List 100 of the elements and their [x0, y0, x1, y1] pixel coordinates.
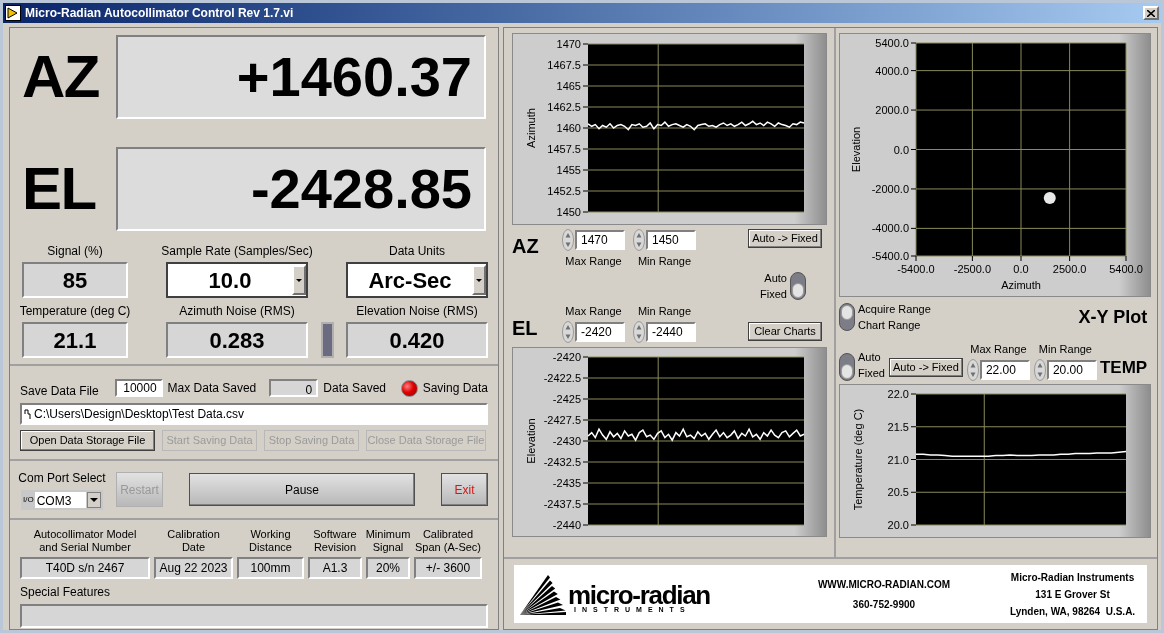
button[interactable]: Open Data Storage File: [20, 430, 155, 451]
tick-label: -4000.0: [871, 222, 909, 235]
spin-buttons[interactable]: [633, 321, 645, 343]
indicator-label: Elevation Noise (RMS): [356, 303, 478, 320]
path-icon: [24, 408, 31, 420]
tick-label: 1462.5: [547, 101, 581, 113]
range-field[interactable]: 20.00: [1046, 359, 1097, 380]
io-symbol: I/O: [23, 496, 34, 504]
indicator-label: Temperature (deg C): [19, 303, 131, 320]
tick-label: -2432.5: [543, 456, 581, 468]
address-line: 131 E Grover St: [1035, 587, 1110, 602]
value-display: 0.283: [166, 322, 308, 358]
range-field[interactable]: -2440: [646, 322, 696, 342]
tick-label: 2500.0: [1052, 263, 1087, 275]
led-label: Saving Data: [422, 380, 488, 397]
toggle-label: Chart Range: [858, 318, 922, 333]
button[interactable]: Auto -> Fixed: [888, 357, 963, 377]
info-display: Aug 22 2023: [154, 557, 233, 579]
toggle-switch[interactable]: [790, 271, 806, 300]
indicator-label: Azimuth Noise (RMS): [179, 303, 295, 320]
column-label: Minimum Signal: [365, 528, 411, 554]
chart-label: TEMP: [1098, 357, 1148, 379]
spin-buttons[interactable]: [1033, 358, 1046, 381]
chart-label: EL: [512, 316, 539, 341]
tick-label: 1457.5: [547, 143, 581, 155]
button[interactable]: Clear Charts: [748, 322, 822, 341]
axis-title: Azimuth: [525, 108, 537, 148]
axis-title: Elevation: [850, 126, 862, 173]
tick-label: -5400.0: [897, 263, 935, 275]
range-field[interactable]: 1450: [646, 230, 696, 250]
info-display: 100mm: [237, 557, 304, 579]
tick-label: 1455: [556, 164, 581, 176]
tick-label: 1465: [556, 80, 581, 92]
field-label: Min Range: [637, 254, 692, 269]
tick-label: 0.0: [893, 143, 909, 156]
tick-label: 2000.0: [875, 104, 909, 117]
toggle-label: Fixed: [760, 286, 787, 302]
tick-label: 0.0: [1013, 263, 1029, 275]
field-label: Data Saved: [323, 380, 386, 397]
port-select[interactable]: I/O COM3: [21, 490, 103, 510]
spin-buttons[interactable]: [633, 229, 645, 251]
window-title: Micro-Radian Autocollimator Control Rev 1.7.vi: [25, 5, 294, 22]
count-display: 0: [269, 379, 319, 397]
tick-label: 21.0: [887, 453, 909, 465]
indicator-label: Signal (%): [47, 243, 103, 260]
field-label: Max Range: [565, 254, 622, 269]
column-label: Working Distance: [249, 528, 292, 554]
readout-display: -2428.85: [116, 147, 486, 231]
axis-title: Azimuth: [1001, 279, 1041, 291]
tick-label: 20.5: [887, 485, 909, 498]
tick-label: -2435: [552, 477, 581, 489]
section-label: Save Data File: [20, 383, 100, 400]
spin-buttons[interactable]: [966, 358, 979, 381]
website-text: WWW.MICRO-RADIAN.COM: [817, 577, 951, 592]
column-label: Calibration Date: [167, 528, 220, 554]
range-field[interactable]: 1470: [575, 230, 625, 250]
tick-label: -2437.5: [543, 498, 581, 510]
spin-buttons[interactable]: [562, 229, 574, 251]
tick-label: -2430: [552, 435, 581, 447]
button[interactable]: Pause: [189, 473, 415, 506]
file-path-field[interactable]: C:\Users\Design\Desktop\Test Data.csv: [20, 403, 488, 425]
caret-icon[interactable]: [472, 265, 486, 295]
value-display: 85: [22, 262, 128, 298]
button[interactable]: Auto -> Fixed: [748, 229, 822, 248]
tick-label: 1470: [556, 38, 581, 50]
spin-buttons[interactable]: [562, 321, 574, 343]
toggle-switch[interactable]: [839, 352, 855, 381]
address-line: Lynden, WA, 98264 U.S.A.: [1009, 604, 1136, 619]
toggle-switch[interactable]: [839, 303, 855, 331]
range-field[interactable]: -2420: [575, 322, 625, 342]
column-label: Autocollimator Model and Serial Number: [33, 528, 137, 554]
info-display: A1.3: [308, 557, 362, 579]
field-label: Max Data Saved: [167, 380, 257, 397]
tick-label: -2500.0: [953, 263, 992, 275]
field-label: Min Range: [1038, 342, 1092, 357]
toggle-label: Acquire Range: [858, 302, 931, 317]
tick-label: 20.0: [887, 518, 909, 531]
tick-label: 21.5: [887, 420, 909, 433]
tick-label: 5400.0: [875, 37, 909, 49]
field-label: Com Port Select: [18, 470, 106, 487]
field-label: Max Range: [565, 303, 622, 319]
tick-label: 5400.0: [1109, 263, 1143, 275]
range-field[interactable]: 22.00: [979, 359, 1030, 380]
toggle-label: Auto: [764, 270, 787, 286]
value-display: 21.1: [22, 322, 128, 358]
dropdown[interactable]: 10.0: [166, 262, 308, 298]
chart-label: AZ: [512, 234, 540, 259]
address-line: Micro-Radian Instruments: [1010, 570, 1135, 585]
dropdown[interactable]: Arc-Sec: [346, 262, 488, 298]
info-display: 20%: [366, 557, 410, 579]
tick-label: -2440: [552, 519, 581, 531]
close-button[interactable]: [1143, 6, 1159, 20]
axis-title: Elevation: [525, 418, 537, 464]
indicator-label: Sample Rate (Samples/Sec): [161, 243, 313, 260]
readout-display: +1460.37: [116, 35, 486, 119]
slider-handle[interactable]: [320, 322, 334, 358]
caret-icon[interactable]: [292, 265, 306, 295]
number-field[interactable]: 10000: [114, 379, 163, 397]
tick-label: 4000.0: [875, 64, 909, 77]
tick-label: -5400.0: [871, 250, 909, 262]
